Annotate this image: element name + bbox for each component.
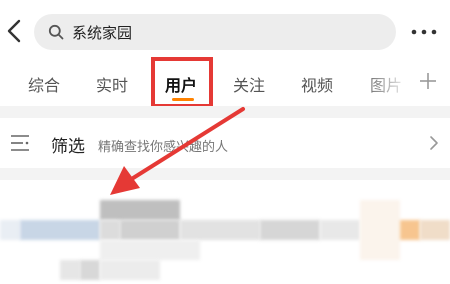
blurred-block [100,240,200,260]
search-input[interactable] [72,20,372,44]
blurred-block [60,260,80,280]
blurred-block [100,260,160,280]
tab-comprehensive[interactable]: 综合 [28,72,60,96]
highlight-annotation-box [151,57,213,108]
chevron-right-icon [430,136,438,150]
blurred-block [360,200,400,260]
blurred-block [100,220,120,240]
blurred-block [320,220,360,240]
search-bar[interactable] [34,14,396,50]
search-icon [48,24,64,40]
blurred-block [0,220,20,240]
filter-row[interactable]: 筛选 精确查找你感兴趣的人 [0,118,450,168]
filter-list-icon [11,135,29,151]
search-results-blurred [0,180,450,284]
divider [0,168,450,180]
divider [0,106,450,118]
filter-hint: 精确查找你感兴趣的人 [98,140,229,155]
blurred-block [260,220,320,240]
tab-video[interactable]: 视频 [301,72,333,96]
blurred-username [100,200,180,220]
blurred-block [20,220,100,240]
tab-overflow-fade [360,62,410,102]
top-bar [0,0,450,62]
blurred-block [180,220,260,240]
tab-realtime[interactable]: 实时 [96,72,128,96]
filter-label: 筛选 [51,137,85,157]
back-arrow-icon[interactable] [4,18,26,44]
tab-following[interactable]: 关注 [233,72,265,96]
add-tab-icon[interactable] [418,71,438,91]
blurred-block [420,220,450,240]
blurred-block [80,260,100,280]
blurred-block [400,220,420,240]
more-options-icon[interactable] [409,22,439,42]
blurred-block [120,220,180,240]
